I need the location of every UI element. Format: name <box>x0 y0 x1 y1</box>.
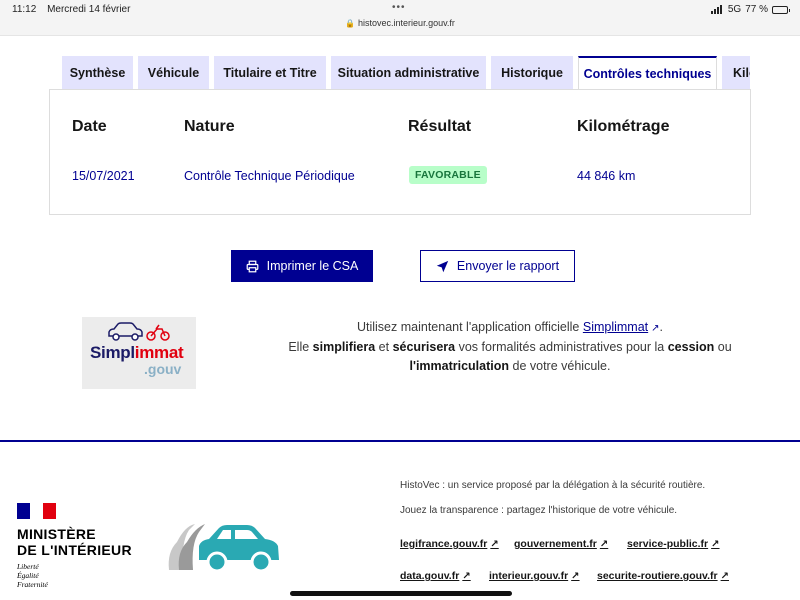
address-bar[interactable]: 🔒 histovec.interieur.gouv.fr <box>0 18 800 28</box>
footer-divider <box>0 440 800 442</box>
column-header-kilometrage: Kilométrage <box>577 118 670 135</box>
tab-controles-techniques[interactable]: Contrôles techniques <box>578 56 717 89</box>
footer-link-gouvernement[interactable]: gouvernement.fr ↗ <box>514 538 608 550</box>
external-link-icon: ↗ <box>462 571 471 582</box>
tab-label: Contrôles techniques <box>583 67 712 81</box>
simplimmat-link[interactable]: Simplimmat <box>583 320 648 334</box>
simplimmat-gouv: .gouv <box>144 361 182 377</box>
promo-line-2: Elle simplifiera et sécurisera vos forma… <box>288 340 732 354</box>
print-csa-label: Imprimer le CSA <box>266 259 359 273</box>
tab-label: Synthèse <box>69 65 126 80</box>
footer-link-legifrance[interactable]: legifrance.gouv.fr ↗ <box>400 538 499 550</box>
external-link-icon: ↗ <box>720 571 729 582</box>
tab-bar: Synthèse Véhicule Titulaire et Titre Sit… <box>62 56 750 89</box>
footer-tagline: Jouez la transparence : partagez l'histo… <box>400 505 678 516</box>
footer-link-data-gouv[interactable]: data.gouv.fr ↗ <box>400 570 471 582</box>
tab-label: Kilo <box>733 65 750 80</box>
car-moto-icon <box>108 322 170 341</box>
external-link-icon: ↗ <box>711 539 720 550</box>
footer-description: HistoVec : un service proposé par la dél… <box>400 480 706 491</box>
print-csa-button[interactable]: Imprimer le CSA <box>231 250 373 282</box>
tab-label: Historique <box>501 65 563 80</box>
tab-kilometrage[interactable]: Kilo <box>722 56 750 89</box>
send-icon <box>436 260 449 272</box>
republic-motto: Liberté Égalité Fraternité <box>17 562 48 589</box>
lock-icon: 🔒 <box>345 19 356 28</box>
promo-line-1: Utilisez maintenant l'application offici… <box>356 320 664 334</box>
send-report-button[interactable]: Envoyer le rapport <box>420 250 575 282</box>
send-report-label: Envoyer le rapport <box>456 259 560 273</box>
footer-link-securite-routiere[interactable]: securite-routiere.gouv.fr ↗ <box>597 570 729 582</box>
row-nature: Contrôle Technique Périodique <box>184 169 355 183</box>
tab-historique[interactable]: Historique <box>491 56 573 89</box>
multitask-dots[interactable]: ••• <box>392 2 406 13</box>
home-indicator[interactable] <box>290 591 512 596</box>
battery-percent: 77 % <box>745 4 768 15</box>
status-time-date: 11:12 Mercredi 14 février <box>12 4 130 15</box>
simplimmat-logo[interactable]: Simplimmat .gouv <box>82 317 196 389</box>
external-link-icon: ↗ <box>490 539 499 550</box>
tab-vehicule[interactable]: Véhicule <box>138 56 209 89</box>
status-time: 11:12 <box>12 4 37 15</box>
footer-link-service-public[interactable]: service-public.fr ↗ <box>627 538 720 550</box>
promo-line-3: l'immatriculation de votre véhicule. <box>409 359 611 373</box>
external-link-icon: ↗ <box>571 571 580 582</box>
marianne-flag-icon <box>17 503 56 519</box>
status-bar: 11:12 Mercredi 14 février ••• 🔒 histovec.… <box>0 0 800 36</box>
network-type: 5G <box>727 4 742 15</box>
simplimmat-wordmark: Simplimmat <box>90 343 184 362</box>
tab-label: Véhicule <box>147 65 200 80</box>
row-kilometrage: 44 846 km <box>577 169 636 183</box>
tab-synthese[interactable]: Synthèse <box>62 56 133 89</box>
result-badge: FAVORABLE <box>409 166 487 184</box>
tab-situation-administrative[interactable]: Situation administrative <box>331 56 486 89</box>
external-link-icon: ↗ <box>651 323 660 334</box>
controles-techniques-panel: Date Nature Résultat Kilométrage 15/07/2… <box>49 89 751 215</box>
signal-icon <box>710 5 722 14</box>
external-link-icon: ↗ <box>599 539 609 550</box>
status-date: Mercredi 14 février <box>47 4 131 15</box>
status-indicators: 5G 77 % <box>710 4 790 15</box>
column-header-date: Date <box>72 118 107 135</box>
column-header-resultat: Résultat <box>408 118 472 135</box>
tab-titulaire-titre[interactable]: Titulaire et Titre <box>214 56 326 89</box>
column-header-nature: Nature <box>184 118 235 135</box>
tab-label: Situation administrative <box>337 65 480 80</box>
url-text: histovec.interieur.gouv.fr <box>358 18 455 28</box>
tab-label: Titulaire et Titre <box>223 65 317 80</box>
battery-icon <box>772 5 790 14</box>
simplimmat-promo-text: Utilisez maintenant l'application offici… <box>220 318 800 376</box>
ministere-name[interactable]: MINISTÈRE DE L'INTÉRIEUR <box>17 526 132 558</box>
histovec-car-logo-icon[interactable] <box>165 512 283 578</box>
footer-link-interieur[interactable]: interieur.gouv.fr ↗ <box>489 570 580 582</box>
printer-icon <box>246 260 259 272</box>
row-date: 15/07/2021 <box>72 169 135 183</box>
